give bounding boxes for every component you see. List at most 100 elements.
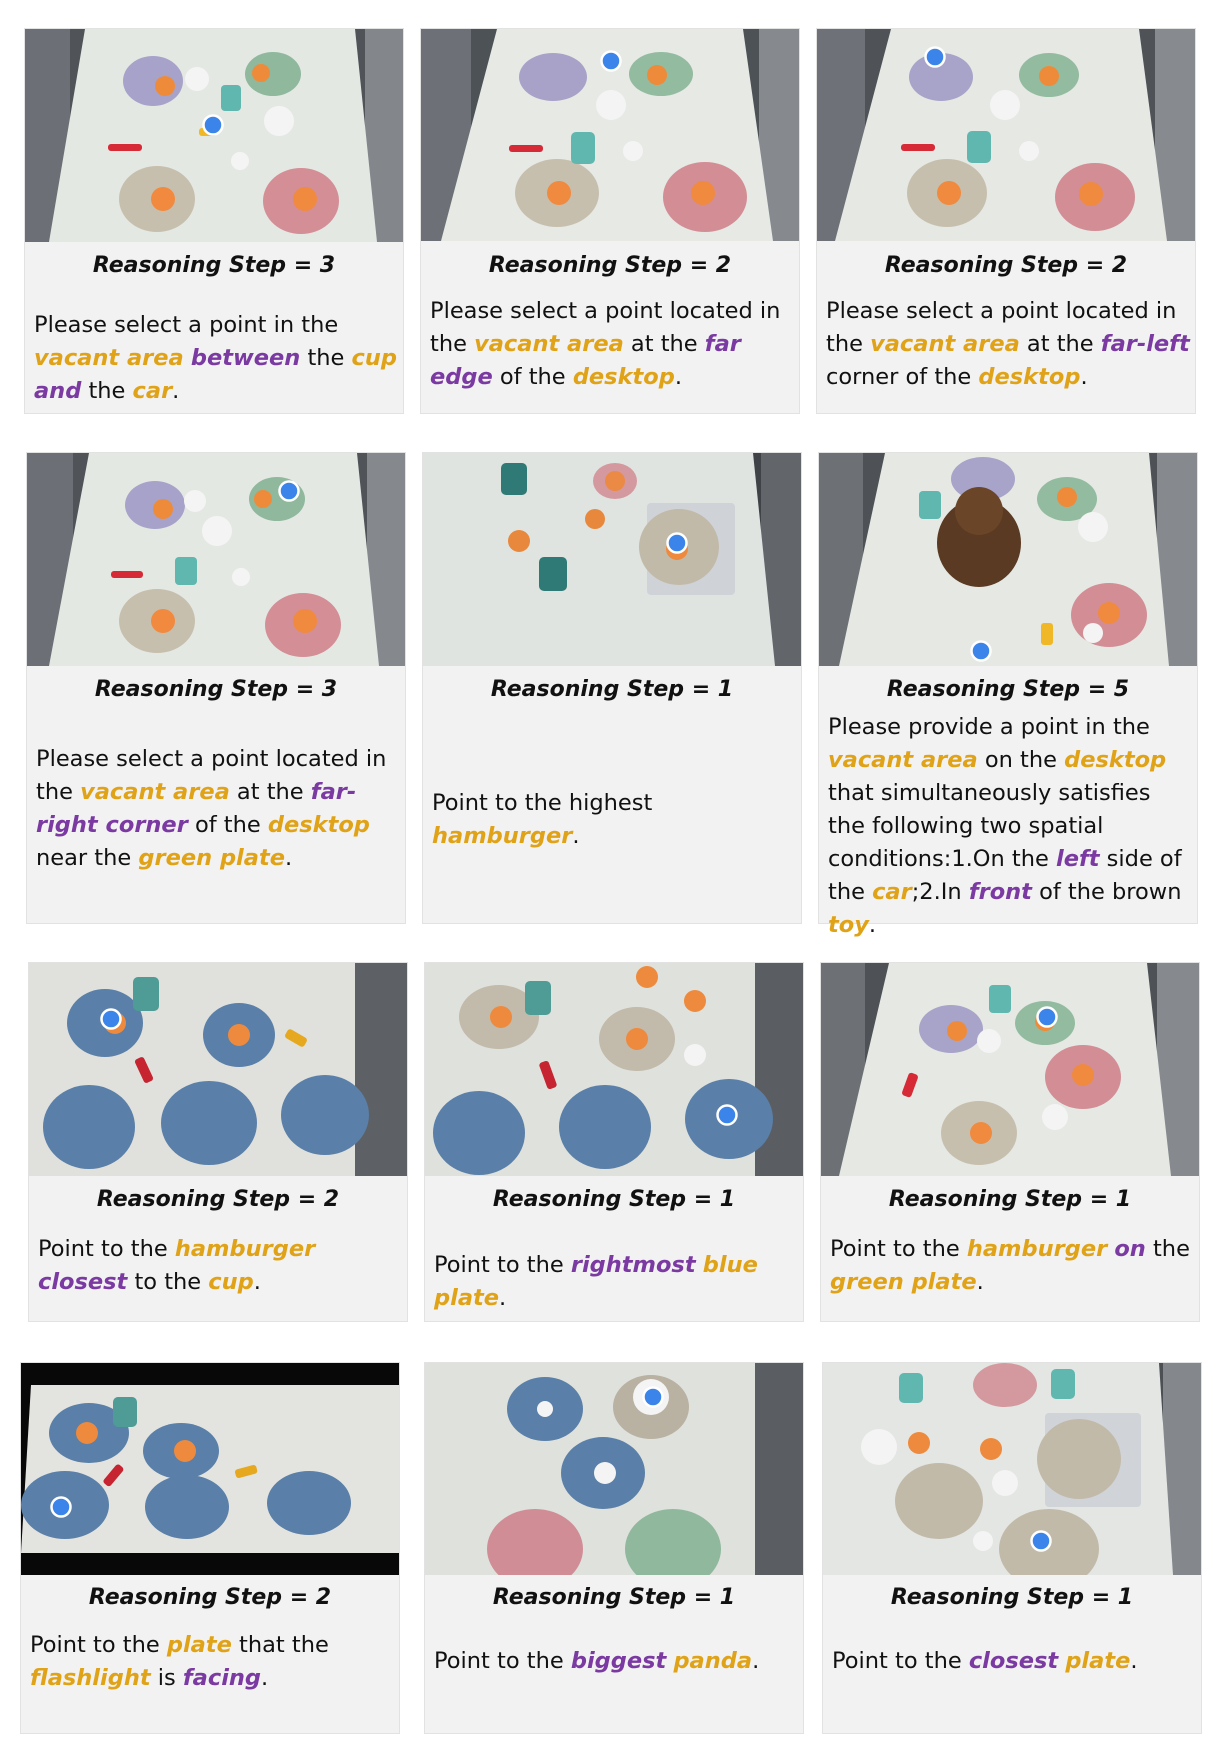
example-card-11: Reasoning Step = 1 Point to the biggest … <box>424 1362 804 1734</box>
scene-image-8 <box>425 963 803 1176</box>
point-marker-icon <box>970 640 992 662</box>
reasoning-step-label: Reasoning Step = 5 <box>886 677 1130 702</box>
plain-text: the <box>300 345 352 371</box>
highlight-keyword: cup <box>208 1269 254 1295</box>
plain-text: . <box>172 378 180 404</box>
plain-text: Point to the <box>434 1252 571 1278</box>
plain-text: the <box>1145 1236 1190 1262</box>
scene-image-11 <box>425 1363 803 1575</box>
highlight-keyword: vacant area <box>34 345 184 371</box>
highlight-keyword: front <box>968 879 1032 905</box>
highlight-keyword: closest <box>968 1648 1059 1674</box>
instruction-text: Please select a point located in the vac… <box>36 743 401 875</box>
plain-text: . <box>868 912 877 938</box>
highlight-keyword: left <box>1056 846 1100 872</box>
plain-text: . <box>976 1269 984 1295</box>
highlight-keyword: plate <box>166 1632 232 1658</box>
highlight-keyword: hamburger <box>966 1236 1108 1262</box>
point-marker-icon <box>666 532 688 554</box>
plain-text: Please select a point in the <box>34 312 339 338</box>
highlight-keyword: toy <box>828 912 869 938</box>
reasoning-step-label: Reasoning Step = 1 <box>890 1585 1134 1610</box>
instruction-text: Please select a point in the vacant area… <box>34 309 399 408</box>
point-marker-icon <box>1030 1530 1052 1552</box>
scene-image-10 <box>21 1363 399 1575</box>
instruction-text: Point to the plate that the flashlight i… <box>30 1629 395 1695</box>
instruction-text: Point to the hamburger closest to the cu… <box>38 1233 403 1299</box>
scene-image-4 <box>27 453 405 666</box>
plain-text: Point to the <box>832 1648 969 1674</box>
reasoning-step-label: Reasoning Step = 2 <box>88 1585 332 1610</box>
highlight-keyword: between <box>190 345 301 371</box>
point-marker-icon <box>202 114 224 136</box>
plain-text: to the <box>127 1269 209 1295</box>
highlight-keyword: biggest <box>570 1648 667 1674</box>
point-marker-icon <box>50 1496 72 1518</box>
plain-text: . <box>1130 1648 1138 1674</box>
highlight-keyword: vacant area <box>828 747 978 773</box>
example-card-7: Reasoning Step = 2 Point to the hamburge… <box>28 962 408 1322</box>
example-card-2: Reasoning Step = 2 Please select a point… <box>420 28 800 414</box>
instruction-text: Point to the rightmost blue plate. <box>434 1249 799 1315</box>
plain-text: near the <box>36 845 139 871</box>
plain-text: Point to the <box>30 1632 167 1658</box>
instruction-text: Please select a point located in the vac… <box>430 295 795 394</box>
instruction-text: Point to the closest plate. <box>832 1645 1197 1678</box>
highlight-keyword: on <box>1114 1236 1146 1262</box>
highlight-keyword: desktop <box>572 364 675 390</box>
plain-text: . <box>253 1269 261 1295</box>
reasoning-step-label: Reasoning Step = 2 <box>884 253 1128 278</box>
point-marker-icon <box>100 1008 122 1030</box>
point-marker-icon <box>600 50 622 72</box>
highlight-keyword: green plate <box>830 1269 977 1295</box>
highlight-keyword: vacant area <box>870 331 1020 357</box>
example-card-8: Reasoning Step = 1 Point to the rightmos… <box>424 962 804 1322</box>
reasoning-step-label: Reasoning Step = 1 <box>492 1187 736 1212</box>
highlight-keyword: cup <box>351 345 398 371</box>
example-card-12: Reasoning Step = 1 Point to the closest … <box>822 1362 1202 1734</box>
plain-text: that the <box>231 1632 329 1658</box>
plain-text: . <box>284 845 293 871</box>
plain-text: Point to the highest <box>432 790 653 816</box>
highlight-keyword: plate <box>1065 1648 1131 1674</box>
instruction-text: Please select a point located in the vac… <box>826 295 1191 394</box>
highlight-keyword: and <box>34 378 82 404</box>
highlight-keyword: car <box>132 378 173 404</box>
plain-text <box>184 345 191 371</box>
highlight-keyword: hamburger <box>432 823 573 849</box>
plain-text: of the <box>187 812 268 838</box>
plain-text: the <box>81 378 133 404</box>
highlight-keyword: green plate <box>138 845 285 871</box>
instruction-text: Please provide a point in the vacant are… <box>828 711 1193 942</box>
reasoning-step-label: Reasoning Step = 3 <box>94 677 338 702</box>
plain-text: . <box>674 364 683 390</box>
plain-text: at the <box>229 779 311 805</box>
plain-text: on the <box>977 747 1065 773</box>
plain-text: . <box>261 1665 269 1691</box>
plain-text: Point to the <box>38 1236 175 1262</box>
highlight-keyword: vacant area <box>474 331 624 357</box>
highlight-keyword: flashlight <box>30 1665 151 1691</box>
highlight-keyword: panda <box>673 1648 753 1674</box>
highlight-keyword: vacant area <box>80 779 230 805</box>
reasoning-step-label: Reasoning Step = 3 <box>92 253 336 278</box>
reasoning-step-label: Reasoning Step = 1 <box>492 1585 736 1610</box>
example-card-10: Reasoning Step = 2 Point to the plate th… <box>20 1362 400 1734</box>
highlight-keyword: far-left <box>1100 331 1190 357</box>
reasoning-step-label: Reasoning Step = 2 <box>488 253 732 278</box>
plain-text: at the <box>1019 331 1101 357</box>
highlight-keyword: facing <box>182 1665 262 1691</box>
scene-image-3 <box>817 29 1195 241</box>
plain-text <box>696 1252 703 1278</box>
plain-text: corner of the <box>826 364 979 390</box>
reasoning-step-label: Reasoning Step = 1 <box>888 1187 1132 1212</box>
highlight-keyword: rightmost <box>570 1252 696 1278</box>
example-card-6: Reasoning Step = 5 Please provide a poin… <box>818 452 1198 938</box>
scene-image-7 <box>29 963 407 1176</box>
plain-text: Point to the <box>830 1236 967 1262</box>
plain-text: . <box>1080 364 1088 390</box>
instruction-text: Point to the biggest panda. <box>434 1645 799 1678</box>
reasoning-step-label: Reasoning Step = 2 <box>96 1187 340 1212</box>
point-marker-icon <box>1036 1006 1058 1028</box>
example-card-5: Reasoning Step = 1 Point to the highest … <box>422 452 802 924</box>
